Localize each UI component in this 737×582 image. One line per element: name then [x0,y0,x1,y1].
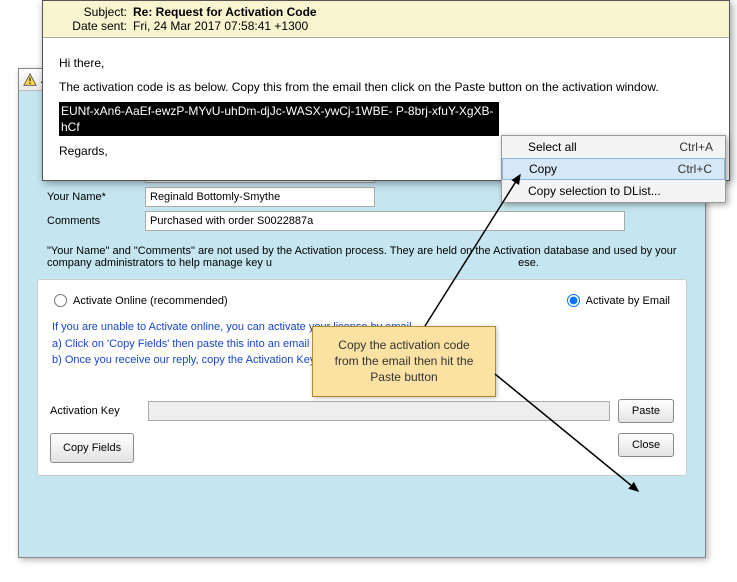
close-button[interactable]: Close [618,433,674,457]
radio-activate-online-input[interactable] [54,294,67,307]
activationkey-label: Activation Key [50,405,140,417]
radio-activate-email-label: Activate by Email [586,295,670,307]
email-greeting: Hi there, [59,54,713,72]
ctx-select-all-label: Select all [528,140,577,154]
ctx-select-all[interactable]: Select all Ctrl+A [502,136,725,158]
ctx-copy[interactable]: Copy Ctrl+C [502,158,725,180]
paste-button[interactable]: Paste [618,399,674,423]
callout-tip: Copy the activation code from the email … [312,326,496,397]
email-subject-value: Re: Request for Activation Code [133,5,317,19]
email-date-value: Fri, 24 Mar 2017 07:58:41 +1300 [133,19,308,33]
note-text: "Your Name" and "Comments" are not used … [47,245,677,269]
radio-activate-online[interactable]: Activate Online (recommended) [54,294,228,307]
ctx-copy-dlist[interactable]: Copy selection to DList... [502,180,725,202]
email-header: Subject: Re: Request for Activation Code… [43,1,729,38]
comments-label: Comments [25,215,145,227]
comments-field[interactable] [145,211,625,231]
radio-activate-online-label: Activate Online (recommended) [73,295,228,307]
radio-activate-email-input[interactable] [567,294,580,307]
email-subject-label: Subject: [51,5,133,19]
ctx-copy-shortcut: Ctrl+C [678,162,712,176]
activationkey-field[interactable] [148,401,610,421]
context-menu: Select all Ctrl+A Copy Ctrl+C Copy selec… [501,135,726,203]
yourname-field[interactable] [145,187,375,207]
copy-fields-button[interactable]: Copy Fields [50,433,134,463]
ctx-copy-dlist-label: Copy selection to DList... [528,184,661,198]
activation-code-selected[interactable]: EUNf-xAn6-AaEf-ewzP-MYvU-uhDm-djJc-WASX-… [59,102,499,136]
warning-icon [23,73,37,87]
ctx-copy-label: Copy [529,162,557,176]
callout-text: Copy the activation code from the email … [335,338,474,384]
email-date-label: Date sent: [51,19,133,33]
yourname-label: Your Name* [25,191,145,203]
radio-activate-email[interactable]: Activate by Email [567,294,670,307]
email-body-text: The activation code is as below. Copy th… [59,78,713,96]
note-tail: ese. [518,257,539,269]
ctx-select-all-shortcut: Ctrl+A [679,140,713,154]
